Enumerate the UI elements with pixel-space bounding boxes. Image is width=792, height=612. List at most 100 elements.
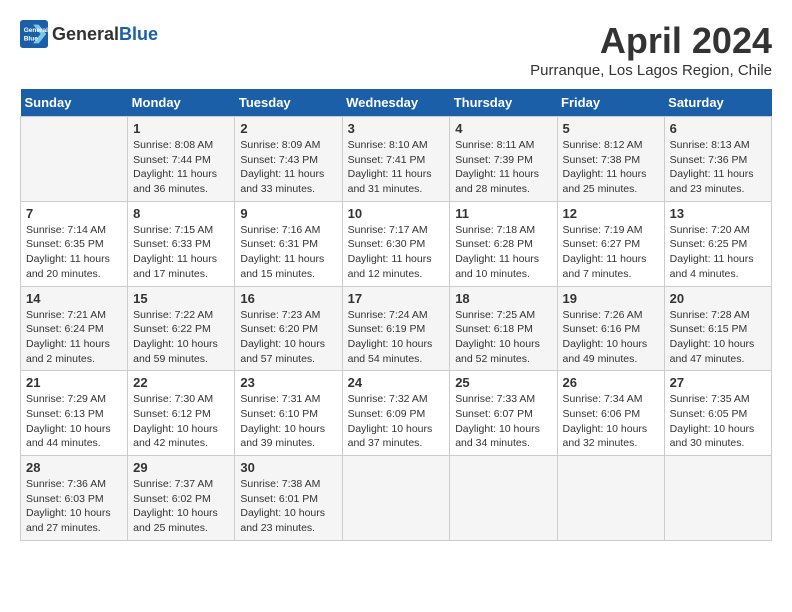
calendar-cell: 18 Sunrise: 7:25 AMSunset: 6:18 PMDayligh… (450, 286, 557, 371)
calendar-cell: 14 Sunrise: 7:21 AMSunset: 6:24 PMDayligh… (21, 286, 128, 371)
day-number: 2 (240, 121, 336, 136)
day-info: Sunrise: 8:10 AMSunset: 7:41 PMDaylight:… (348, 138, 445, 197)
day-number: 1 (133, 121, 229, 136)
calendar-cell: 28 Sunrise: 7:36 AMSunset: 6:03 PMDayligh… (21, 456, 128, 541)
calendar-cell: 6Sunrise: 8:13 AMSunset: 7:36 PMDaylight… (664, 117, 771, 202)
day-info: Sunrise: 7:34 AMSunset: 6:06 PMDaylight:… (563, 392, 659, 451)
day-number: 17 (348, 291, 445, 306)
day-info: Sunrise: 7:33 AMSunset: 6:07 PMDaylight:… (455, 392, 551, 451)
day-info: Sunrise: 8:11 AMSunset: 7:39 PMDaylight:… (455, 138, 551, 197)
svg-text:General: General (24, 27, 48, 34)
day-number: 22 (133, 375, 229, 390)
calendar-cell: 10Sunrise: 7:17 AMSunset: 6:30 PMDayligh… (342, 201, 450, 286)
day-info: Sunrise: 7:21 AMSunset: 6:24 PMDaylight:… (26, 308, 122, 367)
week-row-4: 21 Sunrise: 7:29 AMSunset: 6:13 PMDayligh… (21, 371, 772, 456)
calendar-cell: 29Sunrise: 7:37 AMSunset: 6:02 PMDayligh… (128, 456, 235, 541)
day-number: 13 (670, 206, 766, 221)
day-number: 12 (563, 206, 659, 221)
week-row-2: 7 Sunrise: 7:14 AMSunset: 6:35 PMDaylight… (21, 201, 772, 286)
day-number: 11 (455, 206, 551, 221)
calendar-cell: 3 Sunrise: 8:10 AMSunset: 7:41 PMDaylight… (342, 117, 450, 202)
calendar-cell: 4 Sunrise: 8:11 AMSunset: 7:39 PMDaylight… (450, 117, 557, 202)
day-number: 21 (26, 375, 122, 390)
calendar-cell: 15 Sunrise: 7:22 AMSunset: 6:22 PMDayligh… (128, 286, 235, 371)
calendar-cell: 26Sunrise: 7:34 AMSunset: 6:06 PMDayligh… (557, 371, 664, 456)
calendar-cell: 30Sunrise: 7:38 AMSunset: 6:01 PMDayligh… (235, 456, 342, 541)
calendar-cell: 17 Sunrise: 7:24 AMSunset: 6:19 PMDayligh… (342, 286, 450, 371)
day-info: Sunrise: 7:14 AMSunset: 6:35 PMDaylight:… (26, 223, 122, 282)
day-number: 8 (133, 206, 229, 221)
day-header-row: SundayMondayTuesdayWednesdayThursdayFrid… (21, 89, 772, 117)
day-number: 10 (348, 206, 445, 221)
day-info: Sunrise: 7:29 AMSunset: 6:13 PMDaylight:… (26, 392, 122, 451)
day-number: 9 (240, 206, 336, 221)
day-number: 6 (670, 121, 766, 136)
day-number: 18 (455, 291, 551, 306)
day-number: 19 (563, 291, 659, 306)
day-info: Sunrise: 7:24 AMSunset: 6:19 PMDaylight:… (348, 308, 445, 367)
day-number: 25 (455, 375, 551, 390)
day-info: Sunrise: 8:12 AMSunset: 7:38 PMDaylight:… (563, 138, 659, 197)
logo-icon: General Blue (20, 20, 48, 48)
calendar-cell: 8 Sunrise: 7:15 AMSunset: 6:33 PMDaylight… (128, 201, 235, 286)
day-header-thursday: Thursday (450, 89, 557, 117)
calendar-cell: 9 Sunrise: 7:16 AMSunset: 6:31 PMDaylight… (235, 201, 342, 286)
day-header-tuesday: Tuesday (235, 89, 342, 117)
calendar-cell: 20Sunrise: 7:28 AMSunset: 6:15 PMDayligh… (664, 286, 771, 371)
day-info: Sunrise: 7:31 AMSunset: 6:10 PMDaylight:… (240, 392, 336, 451)
day-info: Sunrise: 7:18 AMSunset: 6:28 PMDaylight:… (455, 223, 551, 282)
day-info: Sunrise: 7:35 AMSunset: 6:05 PMDaylight:… (670, 392, 766, 451)
day-info: Sunrise: 7:16 AMSunset: 6:31 PMDaylight:… (240, 223, 336, 282)
day-info: Sunrise: 7:20 AMSunset: 6:25 PMDaylight:… (670, 223, 766, 282)
day-info: Sunrise: 7:19 AMSunset: 6:27 PMDaylight:… (563, 223, 659, 282)
day-number: 24 (348, 375, 445, 390)
day-number: 7 (26, 206, 122, 221)
calendar-cell: 5 Sunrise: 8:12 AMSunset: 7:38 PMDaylight… (557, 117, 664, 202)
day-number: 3 (348, 121, 445, 136)
calendar-cell: 25 Sunrise: 7:33 AMSunset: 6:07 PMDayligh… (450, 371, 557, 456)
calendar-table: SundayMondayTuesdayWednesdayThursdayFrid… (20, 89, 772, 541)
day-header-saturday: Saturday (664, 89, 771, 117)
week-row-1: 1Sunrise: 8:08 AMSunset: 7:44 PMDaylight… (21, 117, 772, 202)
day-info: Sunrise: 7:23 AMSunset: 6:20 PMDaylight:… (240, 308, 336, 367)
day-info: Sunrise: 7:30 AMSunset: 6:12 PMDaylight:… (133, 392, 229, 451)
calendar-cell: 27 Sunrise: 7:35 AMSunset: 6:05 PMDayligh… (664, 371, 771, 456)
day-number: 27 (670, 375, 766, 390)
week-row-5: 28 Sunrise: 7:36 AMSunset: 6:03 PMDayligh… (21, 456, 772, 541)
page-header: General Blue General Blue April 2024 Purr… (20, 20, 772, 79)
day-info: Sunrise: 7:15 AMSunset: 6:33 PMDaylight:… (133, 223, 229, 282)
calendar-cell (450, 456, 557, 541)
calendar-cell: 23Sunrise: 7:31 AMSunset: 6:10 PMDayligh… (235, 371, 342, 456)
day-header-sunday: Sunday (21, 89, 128, 117)
day-info: Sunrise: 7:25 AMSunset: 6:18 PMDaylight:… (455, 308, 551, 367)
day-number: 20 (670, 291, 766, 306)
day-number: 16 (240, 291, 336, 306)
svg-text:Blue: Blue (24, 36, 38, 43)
logo: General Blue General Blue (20, 20, 158, 48)
calendar-cell: 21 Sunrise: 7:29 AMSunset: 6:13 PMDayligh… (21, 371, 128, 456)
day-number: 28 (26, 460, 122, 475)
calendar-cell: 16 Sunrise: 7:23 AMSunset: 6:20 PMDayligh… (235, 286, 342, 371)
day-header-wednesday: Wednesday (342, 89, 450, 117)
day-info: Sunrise: 7:36 AMSunset: 6:03 PMDaylight:… (26, 477, 122, 536)
day-header-friday: Friday (557, 89, 664, 117)
day-info: Sunrise: 8:09 AMSunset: 7:43 PMDaylight:… (240, 138, 336, 197)
title-block: April 2024 Purranque, Los Lagos Region, … (530, 20, 772, 79)
calendar-cell (664, 456, 771, 541)
day-number: 5 (563, 121, 659, 136)
calendar-cell: 7 Sunrise: 7:14 AMSunset: 6:35 PMDaylight… (21, 201, 128, 286)
week-row-3: 14 Sunrise: 7:21 AMSunset: 6:24 PMDayligh… (21, 286, 772, 371)
calendar-cell: 12 Sunrise: 7:19 AMSunset: 6:27 PMDayligh… (557, 201, 664, 286)
calendar-cell (21, 117, 128, 202)
day-number: 4 (455, 121, 551, 136)
calendar-cell: 11 Sunrise: 7:18 AMSunset: 6:28 PMDayligh… (450, 201, 557, 286)
day-info: Sunrise: 7:26 AMSunset: 6:16 PMDaylight:… (563, 308, 659, 367)
day-info: Sunrise: 7:32 AMSunset: 6:09 PMDaylight:… (348, 392, 445, 451)
day-number: 14 (26, 291, 122, 306)
day-header-monday: Monday (128, 89, 235, 117)
day-info: Sunrise: 7:37 AMSunset: 6:02 PMDaylight:… (133, 477, 229, 536)
day-number: 15 (133, 291, 229, 306)
day-info: Sunrise: 7:22 AMSunset: 6:22 PMDaylight:… (133, 308, 229, 367)
day-number: 30 (240, 460, 336, 475)
calendar-cell: 19 Sunrise: 7:26 AMSunset: 6:16 PMDayligh… (557, 286, 664, 371)
